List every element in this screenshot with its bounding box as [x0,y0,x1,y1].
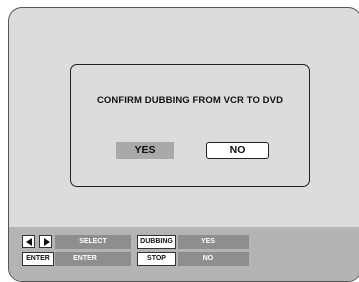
help-bar: SELECT DUBBING YES ENTER ENTER STOP NO [9,227,359,281]
enter-key: ENTER [22,252,54,266]
enter-hint-label: ENTER [73,255,97,262]
dvd-recorder-screen: CONFIRM DUBBING FROM VCR TO DVD YES NO S… [8,7,359,282]
dubbing-key: DUBBING [137,235,176,249]
select-hint-label: SELECT [79,238,107,245]
stop-key: STOP [137,252,176,266]
yes-option[interactable]: YES [116,142,174,159]
confirm-dialog: CONFIRM DUBBING FROM VCR TO DVD YES NO [70,64,310,187]
left-arrow-icon [22,235,35,248]
right-arrow-icon [39,235,52,248]
dubbing-hint-label: YES [200,238,215,245]
dialog-message: CONFIRM DUBBING FROM VCR TO DVD [96,95,284,106]
no-option[interactable]: NO [206,142,269,159]
stop-hint-label: NO [202,255,214,262]
